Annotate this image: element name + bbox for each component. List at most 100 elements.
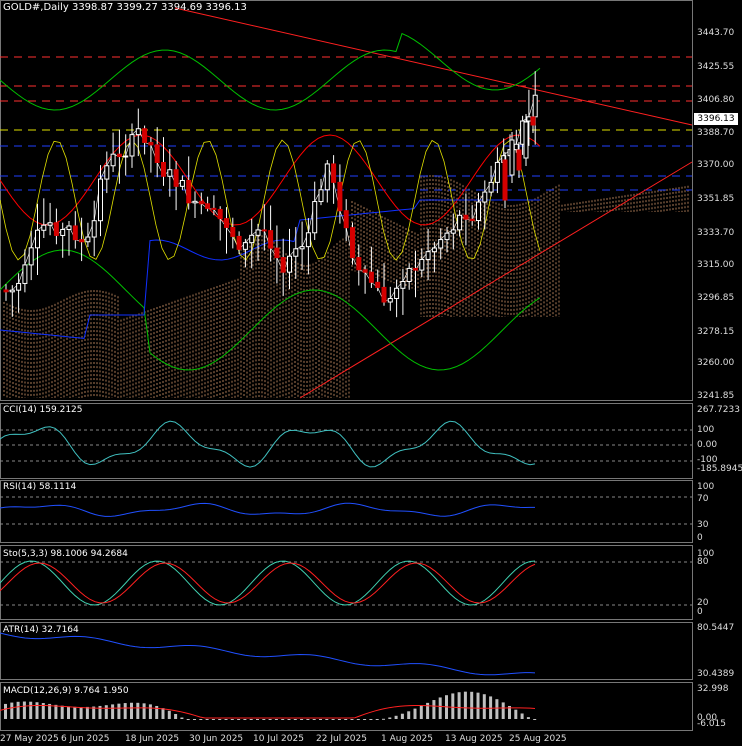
candle-bull xyxy=(419,258,425,271)
candle-bull xyxy=(387,297,393,303)
macd-bar xyxy=(407,711,411,719)
cci-line xyxy=(0,420,536,468)
macd-bar xyxy=(533,719,537,720)
candle-bull xyxy=(41,224,47,231)
macd-bar xyxy=(123,703,127,719)
candle-bull xyxy=(287,255,292,273)
candle-bull xyxy=(129,134,135,157)
candle-bull xyxy=(312,201,318,234)
candle-bear xyxy=(463,214,469,220)
macd-bar xyxy=(520,713,524,719)
price-axis-label: 3425.55 xyxy=(697,62,735,72)
candle-bear xyxy=(186,179,192,204)
macd-bar xyxy=(262,719,266,720)
macd-bar xyxy=(35,702,39,719)
macd-bar xyxy=(413,708,417,719)
macd-bar xyxy=(4,703,7,719)
candle-bull xyxy=(406,267,412,282)
macd-bar xyxy=(256,719,259,720)
candle-bear xyxy=(161,161,166,177)
candle-bull xyxy=(98,178,103,222)
macd-bar xyxy=(161,708,165,719)
candle-bear xyxy=(230,226,236,237)
date-axis-label: 18 Jun 2025 xyxy=(125,734,180,744)
macd-bar xyxy=(193,719,196,720)
candle-bear xyxy=(331,163,337,183)
macd-bar xyxy=(394,715,398,719)
candle-bull xyxy=(299,246,305,250)
macd-bar xyxy=(375,719,379,720)
current-price-tag: 3396.13 xyxy=(694,113,738,125)
candle-bear xyxy=(142,128,148,143)
candle-bear xyxy=(72,225,78,241)
candle-bull xyxy=(22,264,28,284)
date-axis-label: 13 Aug 2025 xyxy=(445,734,503,744)
symbol-label: GOLD#,Daily xyxy=(3,2,69,13)
macd-bar xyxy=(419,705,423,719)
sto-axis-0: 0 xyxy=(697,607,703,617)
macd-bar xyxy=(300,719,304,720)
candle-bear xyxy=(356,257,362,271)
candle-bull xyxy=(318,189,324,203)
atr-axis-bottom: 30.4389 xyxy=(697,669,735,679)
macd-bar xyxy=(218,719,222,720)
candle-bear xyxy=(148,141,154,146)
macd-bar xyxy=(142,703,146,719)
candle-bear xyxy=(53,222,59,236)
candle-bull xyxy=(242,242,248,250)
rsi-axis-0: 0 xyxy=(697,533,703,543)
rsi-axis-30: 30 xyxy=(697,520,709,530)
macd-bar xyxy=(79,707,83,719)
macd-bar xyxy=(104,705,108,719)
macd-bar xyxy=(526,717,530,719)
macd-bar xyxy=(243,719,247,720)
atr-line xyxy=(0,632,536,676)
sto-main-line xyxy=(0,560,536,606)
macd-bar xyxy=(350,719,354,720)
price-axis-label: 3333.70 xyxy=(697,228,735,238)
macd-bar xyxy=(117,703,121,719)
candle-bull xyxy=(400,280,406,289)
rsi-axis-100: 100 xyxy=(697,482,715,492)
date-axis-label: 10 Jul 2025 xyxy=(253,734,304,744)
candle xyxy=(523,121,529,159)
rsi-axis-70: 70 xyxy=(697,494,709,504)
candle-bull xyxy=(192,200,198,204)
sto-title: Sto(5,3,3) 98.1006 94.2684 xyxy=(3,549,128,559)
macd-axis-bottom: -6.015 xyxy=(697,719,727,729)
atr-panel-frame xyxy=(0,622,693,680)
sto-axis-80: 80 xyxy=(697,557,709,567)
candle-bear xyxy=(173,169,179,187)
candle-bull xyxy=(66,225,72,230)
candle-bull xyxy=(324,163,330,191)
candle-bear xyxy=(3,289,9,293)
candle-bear xyxy=(236,235,242,250)
macd-bar xyxy=(344,719,348,720)
candle xyxy=(502,159,508,201)
candle-bull xyxy=(179,179,185,187)
macd-bar xyxy=(363,719,367,720)
price-chart[interactable] xyxy=(0,0,742,746)
price-axis-label: 3406.80 xyxy=(697,95,735,105)
candle-bear xyxy=(205,203,211,209)
candle-bull xyxy=(9,289,15,293)
cci-axis-100: 100 xyxy=(697,425,715,435)
macd-bar xyxy=(306,719,310,720)
candle-bear xyxy=(469,218,475,222)
sub-indicators xyxy=(0,420,692,720)
macd-bar xyxy=(148,704,152,719)
candle-bull xyxy=(104,165,110,180)
price-axis-label: 3296.85 xyxy=(697,293,735,303)
sto-signal-line xyxy=(0,562,536,604)
candle-bull xyxy=(450,229,456,234)
rsi-title: RSI(14) 58.1114 xyxy=(3,482,77,492)
candle-bull xyxy=(28,247,34,266)
candle-bull xyxy=(532,94,538,118)
candle-bull xyxy=(135,128,141,136)
macd-bar xyxy=(319,719,322,720)
macd-bar xyxy=(167,710,171,719)
candle-bear xyxy=(368,271,374,283)
candle-bear xyxy=(381,286,387,303)
candle-bull xyxy=(438,239,444,249)
date-axis-label: 6 Jun 2025 xyxy=(61,734,110,744)
